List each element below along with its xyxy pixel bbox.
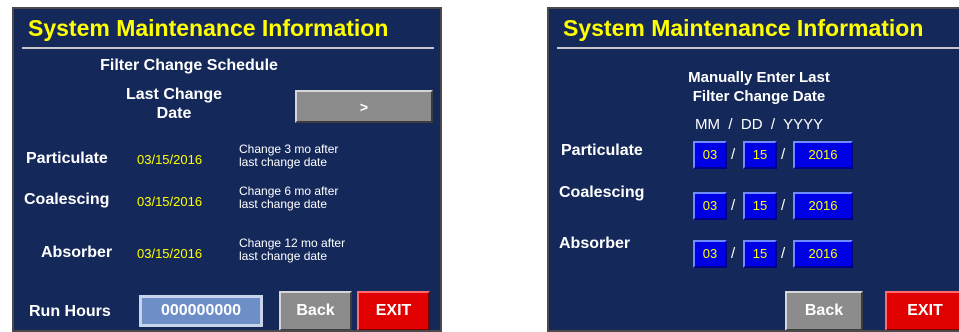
schedule-panel: System Maintenance Information Filter Ch…	[12, 7, 442, 332]
manual-entry-heading: Manually Enter Last Filter Change Date	[688, 69, 830, 105]
date-separator: /	[781, 146, 786, 163]
schedule-subtitle: Filter Change Schedule	[100, 57, 278, 74]
exit-button[interactable]: EXIT	[885, 291, 959, 330]
change-interval-note: Change 3 mo after last change date	[239, 142, 339, 169]
filter-label: Particulate	[561, 142, 643, 159]
exit-button[interactable]: EXIT	[357, 291, 430, 330]
enter-date-button[interactable]: >	[295, 90, 433, 123]
filter-label: Particulate	[26, 150, 108, 167]
back-button[interactable]: Back	[785, 291, 863, 330]
day-input[interactable]: 15	[743, 192, 777, 220]
last-change-date-label: Last Change Date	[125, 86, 222, 122]
month-input[interactable]: 03	[693, 141, 727, 169]
change-interval-note: Change 6 mo after last change date	[239, 184, 339, 211]
last-change-date: 03/15/2016	[137, 246, 203, 261]
year-input[interactable]: 2016	[793, 240, 853, 268]
year-input[interactable]: 2016	[793, 192, 853, 220]
filter-label: Coalescing	[24, 191, 110, 208]
back-button[interactable]: Back	[279, 291, 352, 330]
date-separator: /	[731, 245, 736, 262]
last-change-date: 03/15/2016	[137, 152, 203, 167]
change-interval-note: Change 12 mo after last change date	[239, 236, 346, 263]
date-separator: /	[781, 245, 786, 262]
year-input[interactable]: 2016	[793, 141, 853, 169]
month-input[interactable]: 03	[693, 240, 727, 268]
filter-label: Absorber	[41, 244, 113, 261]
date-separator: /	[731, 197, 736, 214]
page-title: System Maintenance Information	[28, 15, 389, 41]
date-format-hint: MM / DD / YYYY	[695, 116, 824, 133]
filter-label: Absorber	[559, 235, 631, 252]
run-hours-field[interactable]: 000000000	[139, 295, 263, 327]
title-divider	[22, 47, 434, 49]
date-separator: /	[731, 146, 736, 163]
page-title: System Maintenance Information	[563, 15, 924, 41]
date-separator: /	[781, 197, 786, 214]
run-hours-label: Run Hours	[29, 303, 111, 320]
month-input[interactable]: 03	[693, 192, 727, 220]
title-divider	[557, 47, 959, 49]
day-input[interactable]: 15	[743, 240, 777, 268]
manual-entry-panel: System Maintenance Information Manually …	[547, 7, 959, 332]
chevron-right-icon: >	[359, 98, 369, 115]
day-input[interactable]: 15	[743, 141, 777, 169]
last-change-date: 03/15/2016	[137, 194, 203, 209]
filter-label: Coalescing	[559, 184, 645, 201]
